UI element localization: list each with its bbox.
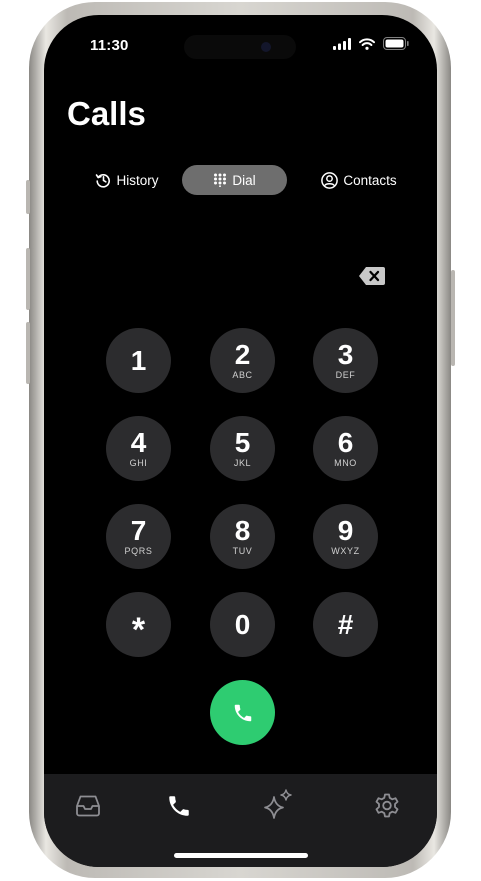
- wifi-icon: [359, 37, 375, 50]
- dial-key-digit: 2: [234, 339, 251, 370]
- dial-key-letters: WXYZ: [331, 546, 360, 556]
- tab-bar-item-settings[interactable]: [367, 790, 407, 822]
- battery-icon: [383, 37, 409, 50]
- inbox-icon: [76, 795, 100, 817]
- dial-key-4[interactable]: 4 GHI: [106, 416, 171, 481]
- phone-icon: [169, 796, 189, 816]
- tab-dial-label: Dial: [232, 172, 256, 188]
- dial-key-digit: 7: [130, 515, 147, 546]
- dial-key-digit: *: [131, 610, 146, 649]
- dial-key-letters: ABC: [232, 370, 253, 380]
- backspace-icon[interactable]: [358, 266, 386, 286]
- tab-contacts-label: Contacts: [343, 172, 397, 188]
- dial-key-letters: GHI: [129, 458, 148, 468]
- dial-key-9[interactable]: 9 WXYZ: [313, 504, 378, 569]
- dial-key-digit: 6: [337, 427, 354, 458]
- dial-key-digit: #: [337, 608, 354, 640]
- side-button: [451, 270, 455, 366]
- dial-key-digit: 3: [337, 339, 354, 370]
- dial-key-digit: 5: [234, 427, 251, 458]
- history-icon: [96, 174, 111, 188]
- dial-key-8[interactable]: 8 TUV: [210, 504, 275, 569]
- dial-key-6[interactable]: 6 MNO: [313, 416, 378, 481]
- tab-contacts[interactable]: Contacts: [310, 165, 408, 195]
- volume-down-button: [26, 322, 30, 384]
- person-circle-icon: [321, 171, 339, 189]
- home-indicator[interactable]: [174, 853, 308, 858]
- dial-key-digit: 1: [130, 344, 147, 376]
- dial-key-5[interactable]: 5 JKL: [210, 416, 275, 481]
- dial-key-hash[interactable]: #: [313, 592, 378, 657]
- dial-key-7[interactable]: 7 PQRS: [106, 504, 171, 569]
- dial-key-digit: 4: [130, 427, 147, 458]
- dial-key-letters: MNO: [334, 458, 357, 468]
- sparkles-icon: [264, 789, 292, 819]
- dial-key-letters: DEF: [335, 370, 356, 380]
- volume-up-button: [26, 248, 30, 310]
- camera-icon: [261, 42, 271, 52]
- keypad-icon: [214, 173, 227, 187]
- status-bar: 11:30: [44, 15, 437, 75]
- dial-key-digit: 9: [337, 515, 354, 546]
- dial-key-letters: PQRS: [124, 546, 153, 556]
- tab-bar-item-inbox[interactable]: [68, 790, 108, 822]
- dial-key-letters: TUV: [232, 546, 253, 556]
- tab-bar-item-ai[interactable]: [258, 787, 298, 823]
- action-button: [26, 180, 30, 214]
- status-time: 11:30: [90, 37, 129, 54]
- call-button[interactable]: [210, 680, 275, 745]
- phone-screen: 11:30 Calls History Dial Contacts 1 2 ABC…: [44, 15, 437, 867]
- dynamic-island: [184, 35, 296, 59]
- settings-gear-icon: [375, 793, 399, 818]
- tab-history[interactable]: History: [72, 165, 182, 195]
- phone-icon: [234, 704, 251, 721]
- tab-history-label: History: [116, 172, 159, 188]
- page-title: Calls: [67, 95, 146, 132]
- tab-bar-item-calls[interactable]: [159, 790, 199, 822]
- dial-key-letters: JKL: [233, 458, 252, 468]
- dial-key-star[interactable]: *: [106, 592, 171, 657]
- dial-key-3[interactable]: 3 DEF: [313, 328, 378, 393]
- dial-key-0[interactable]: 0: [210, 592, 275, 657]
- dial-key-digit: 8: [234, 515, 251, 546]
- tab-dial[interactable]: Dial: [182, 165, 287, 195]
- dial-key-1[interactable]: 1: [106, 328, 171, 393]
- dial-key-2[interactable]: 2 ABC: [210, 328, 275, 393]
- signal-icon: [333, 37, 351, 50]
- dial-key-digit: 0: [234, 608, 251, 640]
